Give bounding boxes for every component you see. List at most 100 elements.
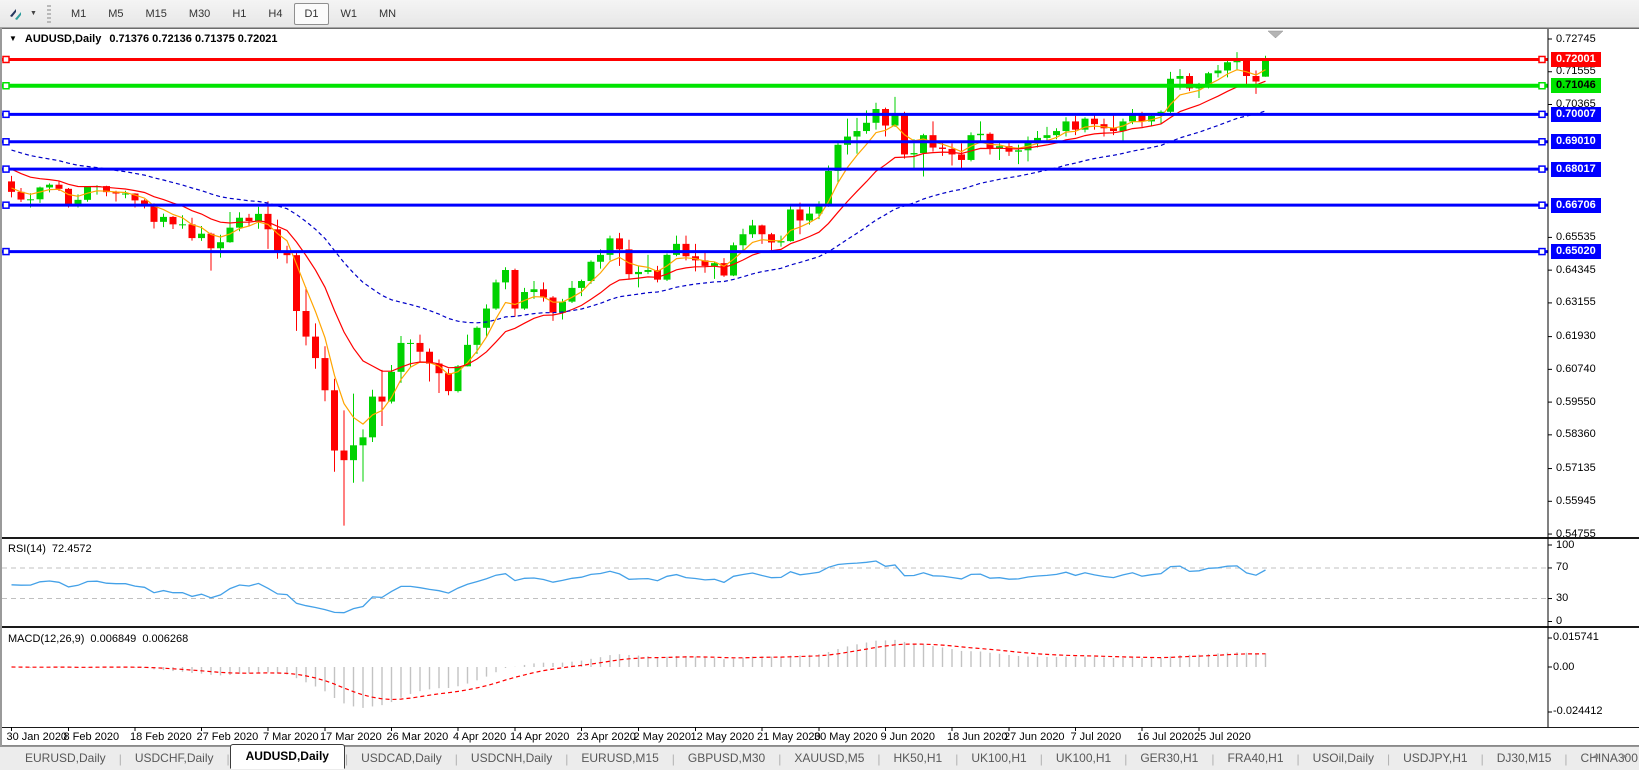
hline-handle[interactable] (2, 201, 10, 209)
time-axis-label: 25 Jul 2020 (1194, 731, 1251, 743)
price-tick-label: 0.71555 (1556, 65, 1596, 78)
hline-handle[interactable] (2, 138, 10, 146)
hline-0.68017[interactable] (2, 165, 1548, 173)
tab-scroll-arrows: ◄ ► (1591, 751, 1629, 761)
pane-borders (0, 28, 1639, 746)
rsi-axis-label: 70 (1556, 561, 1569, 574)
time-axis-label: 27 Jun 2020 (1004, 731, 1065, 743)
price-badge: 0.65020 (1551, 244, 1601, 260)
price-badge: 0.71046 (1551, 78, 1601, 94)
hline-0.72001[interactable] (2, 55, 1548, 64)
tab-AUDUSD-Daily[interactable]: AUDUSD,Daily (229, 744, 345, 769)
chart-canvas[interactable] (0, 0, 1639, 770)
time-axis-label: 8 Feb 2020 (63, 731, 120, 743)
hline-handle[interactable] (1538, 110, 1546, 119)
rsi-axis-label: 100 (1556, 538, 1575, 551)
price-tick-label: 0.58360 (1556, 428, 1596, 441)
rsi-line (11, 560, 1266, 614)
time-axis-label: 21 May 2020 (757, 731, 821, 743)
hline-handle[interactable] (1538, 82, 1546, 90)
time-axis-label: 7 Mar 2020 (263, 731, 319, 743)
time-axis-label: 12 May 2020 (690, 731, 755, 743)
tab-GER30-H1[interactable]: GER30,H1 (1127, 748, 1211, 769)
time-axis-label: 18 Feb 2020 (130, 731, 192, 743)
chart-title: ▼ AUDUSD,Daily 0.71376 0.72136 0.71375 0… (9, 33, 278, 45)
hline-0.6901[interactable] (2, 138, 1548, 146)
tab-USDCNH-Daily[interactable]: USDCNH,Daily (458, 748, 565, 769)
tab-USDJPY-H1[interactable]: USDJPY,H1 (1390, 748, 1480, 769)
time-axis-label: 18 Jun 2020 (947, 731, 1008, 743)
chart-tab-bar: EURUSD,Daily | USDCHF,Daily | AUDUSD,Daily | U… (0, 744, 1639, 771)
tab-FRA40-H1[interactable]: FRA40,H1 (1214, 748, 1296, 769)
macd-axis-label: -0.024412 (1553, 705, 1603, 718)
macd-axis-label: 0.015741 (1553, 631, 1599, 644)
hline-0.71046[interactable] (2, 82, 1548, 90)
tab-USDCHF-Daily[interactable]: USDCHF,Daily (122, 748, 227, 769)
time-axis-label: 7 Jul 2020 (1070, 731, 1122, 743)
hline-handle[interactable] (2, 110, 10, 119)
hline-handle[interactable] (1538, 55, 1546, 64)
price-tick-label: 0.64345 (1556, 263, 1596, 276)
time-axis-label: 9 Jun 2020 (880, 731, 935, 743)
hline-handle[interactable] (2, 55, 10, 64)
hline-handle[interactable] (1538, 201, 1546, 209)
hline-handle[interactable] (1538, 247, 1546, 256)
price-badge: 0.68017 (1551, 161, 1601, 177)
hline-0.70007[interactable] (2, 110, 1548, 119)
rsi-value: 72.4572 (51, 543, 92, 555)
chart-symbol-label: AUDUSD,Daily (24, 33, 102, 45)
hline-0.66706[interactable] (2, 201, 1548, 209)
price-badge: 0.66706 (1551, 197, 1601, 213)
tab-USOil-Daily[interactable]: USOil,Daily (1300, 748, 1387, 769)
macd-axis-label: 0.00 (1553, 660, 1575, 673)
tab-scroll-left-icon[interactable]: ◄ (1591, 751, 1600, 761)
macd-histogram (20, 639, 1267, 708)
rsi-name: RSI(14) (8, 543, 46, 555)
price-tick-label: 0.55945 (1556, 494, 1596, 507)
tab-USDCAD-Daily[interactable]: USDCAD,Daily (348, 748, 455, 769)
chart-shift-marker-icon[interactable] (1267, 30, 1284, 39)
tab-list: EURUSD,Daily | USDCHF,Daily | AUDUSD,Daily | U… (12, 744, 1639, 771)
hline-0.6502[interactable] (2, 247, 1548, 256)
tab-DJ30-M15[interactable]: DJ30,M15 (1484, 748, 1565, 769)
price-tick-label: 0.63155 (1556, 296, 1596, 309)
tab-scroll-right-icon[interactable]: ► (1620, 751, 1629, 761)
hline-handle[interactable] (2, 165, 10, 173)
tab-UK100-H1[interactable]: UK100,H1 (958, 748, 1039, 769)
time-axis-label: 27 Feb 2020 (196, 731, 259, 743)
time-axis-label: 26 Mar 2020 (386, 731, 449, 743)
hline-handle[interactable] (2, 82, 10, 90)
price-tick-label: 0.57135 (1556, 462, 1596, 475)
time-axis-label: 2 May 2020 (633, 731, 691, 743)
tab-GBPUSD-M30[interactable]: GBPUSD,M30 (675, 748, 778, 769)
hline-handle[interactable] (1538, 138, 1546, 146)
tab-HK50-H1[interactable]: HK50,H1 (881, 748, 956, 769)
tab-XAUUSD-M5[interactable]: XAUUSD,M5 (781, 748, 877, 769)
rsi-pane-label: RSI(14) 72.4572 (8, 543, 92, 555)
candlestick-series[interactable] (8, 52, 1269, 526)
hline-handle[interactable] (2, 247, 10, 256)
time-axis-label: 16 Jul 2020 (1137, 731, 1194, 743)
tab-EURUSD-M15[interactable]: EURUSD,M15 (568, 748, 671, 769)
time-axis-label: 23 Apr 2020 (576, 731, 636, 743)
time-axis-label: 30 May 2020 (814, 731, 878, 743)
price-badge: 0.69010 (1551, 134, 1601, 150)
price-tick-label: 0.60740 (1556, 362, 1596, 375)
time-axis-label: 30 Jan 2020 (6, 731, 68, 743)
tab-EURUSD-Daily[interactable]: EURUSD,Daily (12, 748, 119, 769)
tab-UK100-H1[interactable]: UK100,H1 (1043, 748, 1124, 769)
price-badge: 0.70007 (1551, 106, 1601, 122)
time-axis-label: 4 Apr 2020 (453, 731, 507, 743)
price-tick-label: 0.65535 (1556, 230, 1596, 243)
rsi-axis-label: 30 (1556, 592, 1569, 605)
rsi-axis-label: 0 (1556, 615, 1563, 627)
macd-main-value: 0.006849 (90, 633, 137, 645)
price-badge: 0.72001 (1551, 51, 1601, 67)
chart-ohlc-label: 0.71376 0.72136 0.71375 0.72021 (109, 33, 278, 45)
price-tick-label: 0.61930 (1556, 330, 1596, 343)
macd-signal-value: 0.006268 (142, 633, 189, 645)
macd-name: MACD(12,26,9) (8, 633, 85, 645)
hline-handle[interactable] (1538, 165, 1546, 173)
price-tick-label: 0.59550 (1556, 395, 1596, 408)
macd-signal-line (11, 643, 1266, 701)
